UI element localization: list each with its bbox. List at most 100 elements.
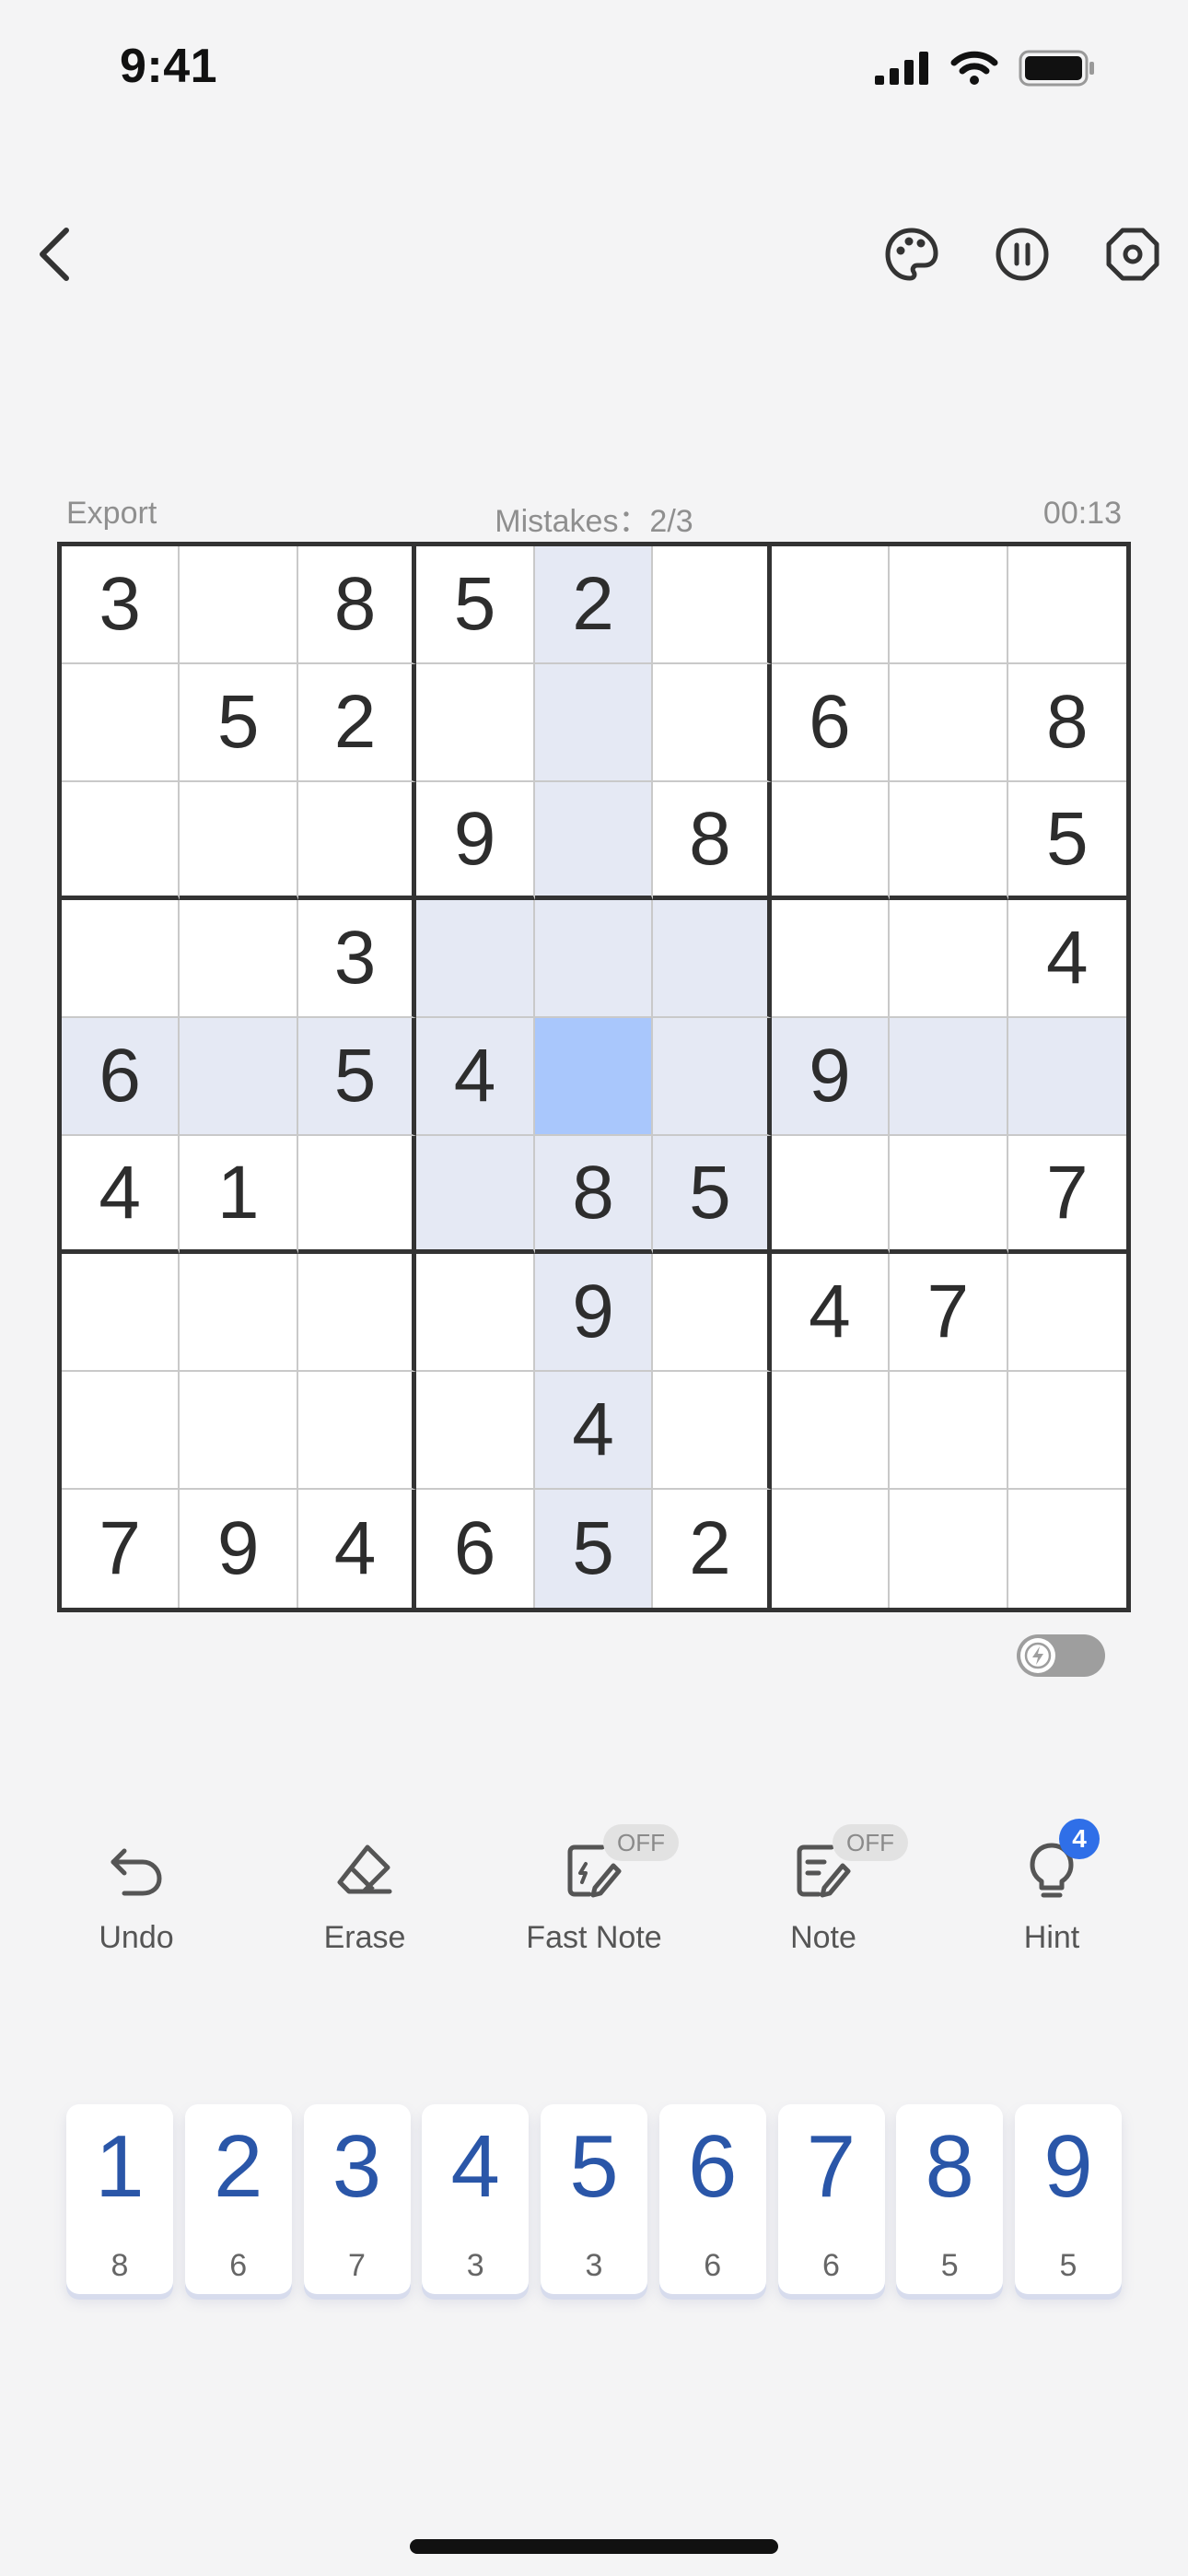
number-key-9[interactable]: 95 bbox=[1015, 2104, 1122, 2294]
board-cell-r5c1[interactable]: 6 bbox=[62, 1018, 181, 1136]
board-cell-r7c7[interactable]: 4 bbox=[771, 1254, 891, 1372]
board-cell-r1c9[interactable] bbox=[1007, 546, 1126, 664]
board-cell-r7c4[interactable] bbox=[416, 1254, 535, 1372]
board-cell-r9c7[interactable] bbox=[771, 1490, 891, 1608]
board-cell-r5c8[interactable] bbox=[890, 1018, 1008, 1136]
board-cell-r1c3[interactable]: 8 bbox=[297, 546, 417, 664]
board-cell-r6c1[interactable]: 4 bbox=[62, 1136, 181, 1254]
board-cell-r1c5[interactable]: 2 bbox=[534, 546, 654, 664]
board-cell-r1c4[interactable]: 5 bbox=[416, 546, 535, 664]
board-cell-r9c1[interactable]: 7 bbox=[62, 1490, 181, 1608]
board-cell-r3c9[interactable]: 5 bbox=[1007, 782, 1126, 900]
board-cell-r3c5[interactable] bbox=[534, 782, 654, 900]
board-cell-r1c6[interactable] bbox=[653, 546, 772, 664]
board-cell-r8c1[interactable] bbox=[62, 1372, 181, 1490]
board-cell-r3c2[interactable] bbox=[180, 782, 298, 900]
number-key-7[interactable]: 76 bbox=[777, 2104, 885, 2294]
undo-button[interactable]: Undo bbox=[44, 1833, 228, 1956]
board-cell-r4c3[interactable]: 3 bbox=[297, 900, 417, 1018]
board-cell-r7c2[interactable] bbox=[180, 1254, 298, 1372]
quick-mode-toggle[interactable] bbox=[1017, 1634, 1105, 1677]
board-cell-r1c1[interactable]: 3 bbox=[62, 546, 181, 664]
board-cell-r7c5[interactable]: 9 bbox=[534, 1254, 654, 1372]
number-key-1[interactable]: 18 bbox=[66, 2104, 173, 2294]
number-key-8[interactable]: 85 bbox=[896, 2104, 1004, 2294]
board-cell-r6c9[interactable]: 7 bbox=[1007, 1136, 1126, 1254]
board-cell-r9c4[interactable]: 6 bbox=[416, 1490, 535, 1608]
fast-note-button[interactable]: OFF Fast Note bbox=[502, 1824, 686, 1956]
board-cell-r4c7[interactable] bbox=[771, 900, 891, 1018]
board-cell-r7c3[interactable] bbox=[297, 1254, 417, 1372]
board-cell-r1c7[interactable] bbox=[771, 546, 891, 664]
board-cell-r3c3[interactable] bbox=[297, 782, 417, 900]
board-cell-r7c6[interactable] bbox=[653, 1254, 772, 1372]
board-cell-r5c4[interactable]: 4 bbox=[416, 1018, 535, 1136]
board-cell-r6c8[interactable] bbox=[890, 1136, 1008, 1254]
note-button[interactable]: OFF Note bbox=[731, 1824, 915, 1956]
board-cell-r2c2[interactable]: 5 bbox=[180, 664, 298, 782]
board-cell-r3c7[interactable] bbox=[771, 782, 891, 900]
board-cell-r2c5[interactable] bbox=[534, 664, 654, 782]
board-cell-r2c3[interactable]: 2 bbox=[297, 664, 417, 782]
board-cell-r8c2[interactable] bbox=[180, 1372, 298, 1490]
board-cell-r5c5[interactable] bbox=[534, 1018, 654, 1136]
board-cell-r6c2[interactable]: 1 bbox=[180, 1136, 298, 1254]
board-cell-r7c1[interactable] bbox=[62, 1254, 181, 1372]
board-cell-r5c9[interactable] bbox=[1007, 1018, 1126, 1136]
board-cell-r2c4[interactable] bbox=[416, 664, 535, 782]
back-button[interactable] bbox=[18, 217, 92, 291]
board-cell-r8c3[interactable] bbox=[297, 1372, 417, 1490]
board-cell-r5c3[interactable]: 5 bbox=[297, 1018, 417, 1136]
board-cell-r4c6[interactable] bbox=[653, 900, 772, 1018]
board-cell-r8c5[interactable]: 4 bbox=[534, 1372, 654, 1490]
board-cell-r5c7[interactable]: 9 bbox=[771, 1018, 891, 1136]
board-cell-r2c8[interactable] bbox=[890, 664, 1008, 782]
board-cell-r9c3[interactable]: 4 bbox=[297, 1490, 417, 1608]
board-cell-r8c8[interactable] bbox=[890, 1372, 1008, 1490]
settings-button[interactable] bbox=[1096, 217, 1170, 291]
number-key-2[interactable]: 26 bbox=[184, 2104, 292, 2294]
board-cell-r7c8[interactable]: 7 bbox=[890, 1254, 1008, 1372]
board-cell-r4c4[interactable] bbox=[416, 900, 535, 1018]
board-cell-r9c6[interactable]: 2 bbox=[653, 1490, 772, 1608]
board-cell-r4c8[interactable] bbox=[890, 900, 1008, 1018]
board-cell-r3c8[interactable] bbox=[890, 782, 1008, 900]
board-cell-r2c6[interactable] bbox=[653, 664, 772, 782]
theme-button[interactable] bbox=[875, 217, 949, 291]
board-cell-r9c8[interactable] bbox=[890, 1490, 1008, 1608]
board-cell-r8c4[interactable] bbox=[416, 1372, 535, 1490]
board-cell-r1c2[interactable] bbox=[180, 546, 298, 664]
pause-button[interactable] bbox=[985, 217, 1059, 291]
board-cell-r7c9[interactable] bbox=[1007, 1254, 1126, 1372]
board-cell-r9c5[interactable]: 5 bbox=[534, 1490, 654, 1608]
board-cell-r6c4[interactable] bbox=[416, 1136, 535, 1254]
board-cell-r8c7[interactable] bbox=[771, 1372, 891, 1490]
board-cell-r3c1[interactable] bbox=[62, 782, 181, 900]
board-cell-r3c4[interactable]: 9 bbox=[416, 782, 535, 900]
board-cell-r6c3[interactable] bbox=[297, 1136, 417, 1254]
board-cell-r2c1[interactable] bbox=[62, 664, 181, 782]
board-cell-r1c8[interactable] bbox=[890, 546, 1008, 664]
board-cell-r4c1[interactable] bbox=[62, 900, 181, 1018]
board-cell-r2c9[interactable]: 8 bbox=[1007, 664, 1126, 782]
board-cell-r8c9[interactable] bbox=[1007, 1372, 1126, 1490]
number-key-5[interactable]: 53 bbox=[541, 2104, 647, 2294]
number-key-6[interactable]: 66 bbox=[658, 2104, 766, 2294]
board-cell-r5c2[interactable] bbox=[180, 1018, 298, 1136]
board-cell-r4c5[interactable] bbox=[534, 900, 654, 1018]
board-cell-r4c2[interactable] bbox=[180, 900, 298, 1018]
hint-button[interactable]: 4 Hint bbox=[960, 1819, 1144, 1956]
board-cell-r4c9[interactable]: 4 bbox=[1007, 900, 1126, 1018]
board-cell-r6c6[interactable]: 5 bbox=[653, 1136, 772, 1254]
erase-button[interactable]: Erase bbox=[273, 1833, 457, 1956]
board-cell-r2c7[interactable]: 6 bbox=[771, 664, 891, 782]
number-key-4[interactable]: 43 bbox=[422, 2104, 530, 2294]
board-cell-r5c6[interactable] bbox=[653, 1018, 772, 1136]
board-cell-r3c6[interactable]: 8 bbox=[653, 782, 772, 900]
board-cell-r9c2[interactable]: 9 bbox=[180, 1490, 298, 1608]
board-cell-r8c6[interactable] bbox=[653, 1372, 772, 1490]
number-key-3[interactable]: 37 bbox=[303, 2104, 411, 2294]
board-cell-r6c5[interactable]: 8 bbox=[534, 1136, 654, 1254]
board-cell-r6c7[interactable] bbox=[771, 1136, 891, 1254]
board-cell-r9c9[interactable] bbox=[1007, 1490, 1126, 1608]
